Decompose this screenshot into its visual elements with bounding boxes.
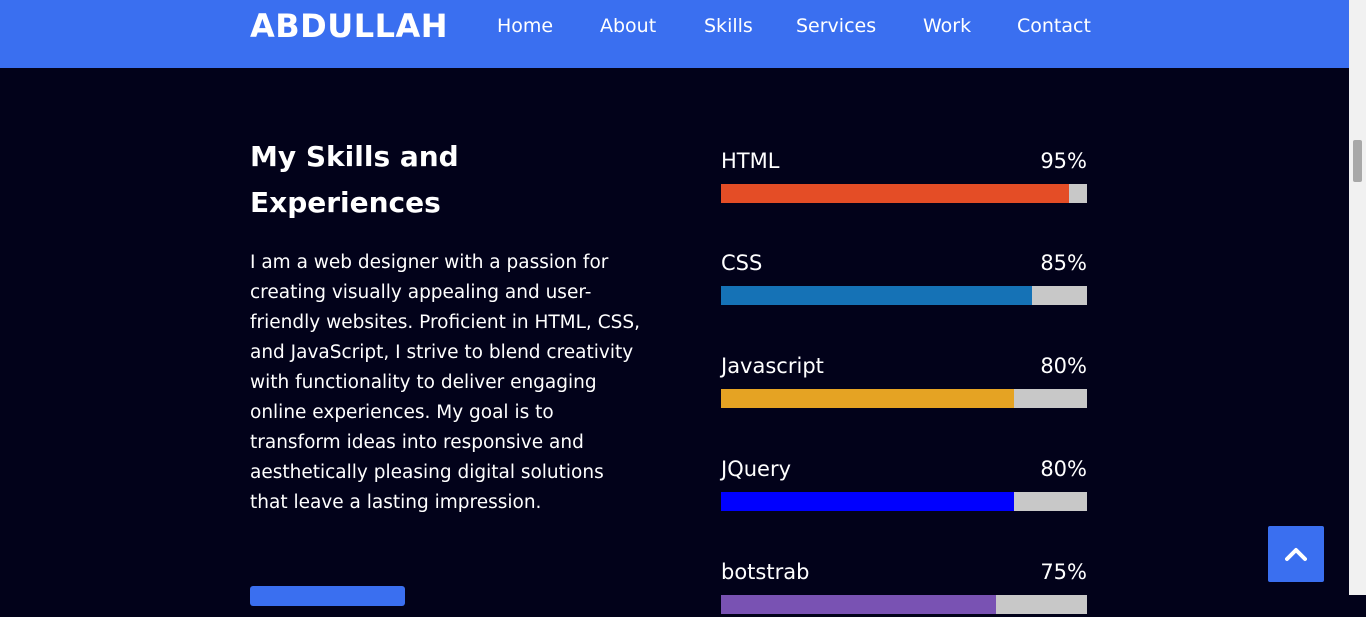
- skill-percent: 80%: [1040, 457, 1087, 481]
- skill-bar-track: [721, 389, 1087, 408]
- section-heading: My Skills and Experiences: [250, 140, 459, 219]
- nav-link-skills[interactable]: Skills: [704, 15, 753, 37]
- skill-percent: 75%: [1040, 560, 1087, 584]
- skill-name: Javascript: [721, 354, 824, 378]
- skill-bar-track: [721, 492, 1087, 511]
- navbar: ABDULLAH Home About Skills Services Work…: [0, 0, 1349, 68]
- scrollbar-thumb[interactable]: [1353, 140, 1362, 182]
- skill-bar-fill: [721, 286, 1033, 305]
- skill-item-css: CSS 85%: [721, 248, 1087, 308]
- skill-bar-fill: [721, 184, 1069, 203]
- skill-bar-fill: [721, 492, 1014, 511]
- chevron-up-icon: [1285, 548, 1307, 561]
- skill-bar-fill: [721, 595, 996, 614]
- skill-item-jquery: JQuery 80%: [721, 454, 1087, 514]
- skill-item-javascript: Javascript 80%: [721, 351, 1087, 411]
- vertical-scrollbar[interactable]: [1349, 0, 1366, 595]
- skill-name: botstrab: [721, 560, 810, 584]
- skill-percent: 95%: [1040, 149, 1087, 173]
- skill-name: JQuery: [721, 457, 792, 481]
- skill-bar-track: [721, 595, 1087, 614]
- skill-bar-fill: [721, 389, 1014, 408]
- skill-percent: 80%: [1040, 354, 1087, 378]
- about-paragraph: I am a web designer with a passion for c…: [250, 252, 640, 513]
- skill-item-bootstrap: botstrab 75%: [721, 557, 1087, 617]
- skill-bar-track: [721, 286, 1087, 305]
- back-to-top-button[interactable]: [1268, 526, 1324, 582]
- nav-link-about[interactable]: About: [600, 15, 656, 37]
- skill-item-html: HTML 95%: [721, 146, 1087, 206]
- brand-logo[interactable]: ABDULLAH: [250, 7, 448, 45]
- skills-section: My Skills and Experiences I am a web des…: [0, 68, 1349, 614]
- skill-name: CSS: [721, 251, 763, 275]
- skill-percent: 85%: [1040, 251, 1087, 275]
- nav-link-contact[interactable]: Contact: [1017, 15, 1091, 37]
- skill-name: HTML: [721, 149, 780, 173]
- nav-link-work[interactable]: Work: [923, 15, 971, 37]
- nav-link-services[interactable]: Services: [796, 15, 876, 37]
- cta-button[interactable]: [250, 586, 405, 606]
- skill-bar-track: [721, 184, 1087, 203]
- nav-link-home[interactable]: Home: [497, 15, 553, 37]
